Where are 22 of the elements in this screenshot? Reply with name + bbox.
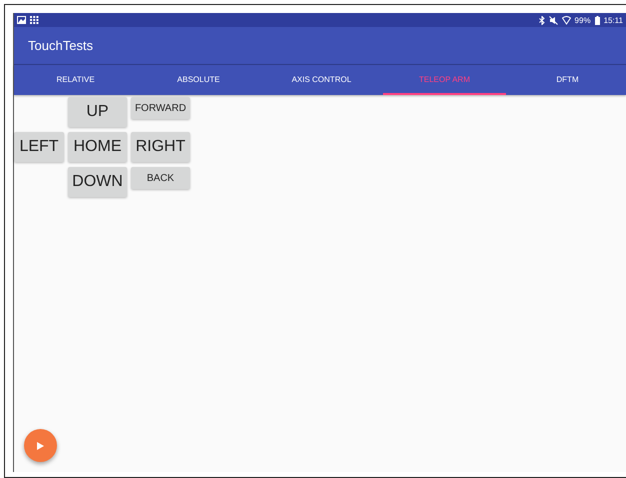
control-button[interactable]: BACK: [131, 167, 190, 189]
tab[interactable]: DFTM: [506, 65, 626, 95]
tab[interactable]: AXIS CONTROL: [260, 65, 383, 95]
battery-icon: [594, 16, 600, 24]
tab[interactable]: ABSOLUTE: [137, 65, 260, 95]
clock: 15:11: [604, 16, 623, 24]
bluetooth-icon: [538, 16, 545, 24]
wifi-icon: [562, 16, 571, 24]
app-title: TouchTests: [28, 38, 94, 53]
control-button[interactable]: LEFT: [14, 132, 64, 162]
grid-icon: [30, 16, 39, 24]
battery-percent: 99%: [574, 16, 591, 24]
control-button[interactable]: RIGHT: [131, 132, 190, 162]
control-button[interactable]: HOME: [68, 132, 127, 162]
play-button[interactable]: [24, 429, 57, 462]
control-button[interactable]: FORWARD: [131, 97, 190, 119]
play-icon: [37, 442, 44, 450]
tab[interactable]: RELATIVE: [14, 65, 137, 95]
image-icon: [17, 16, 26, 24]
mute-icon: [548, 16, 558, 24]
control-button[interactable]: UP: [68, 97, 127, 127]
control-button[interactable]: DOWN: [68, 167, 127, 197]
